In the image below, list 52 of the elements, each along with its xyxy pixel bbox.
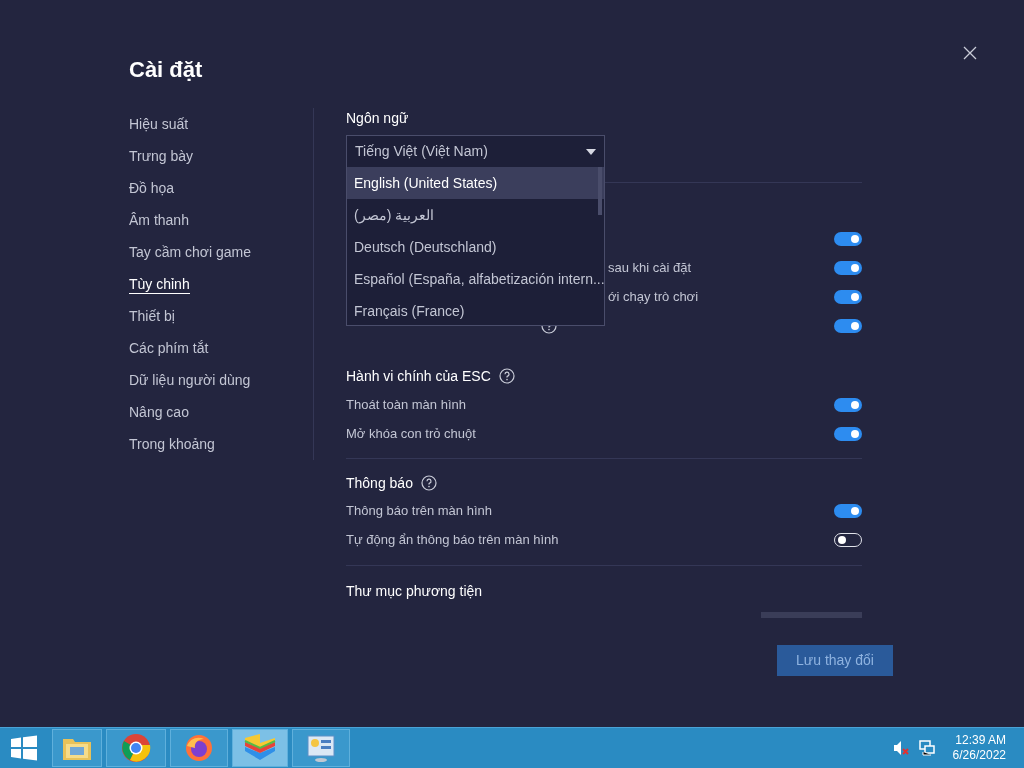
toggle-switch[interactable] [834, 426, 862, 441]
sidebar-item[interactable]: Nâng cao [129, 403, 189, 421]
browser-icon [121, 733, 151, 763]
toggle-switch[interactable] [834, 289, 862, 304]
section-title: Hành vi chính của ESC [346, 366, 491, 386]
sidebar-item[interactable]: Tùy chỉnh [129, 274, 190, 294]
taskbar-button[interactable] [106, 729, 166, 767]
sidebar-item[interactable]: Dữ liệu người dùng [129, 371, 251, 389]
toggle-switch[interactable] [834, 231, 862, 246]
control-panel-icon [306, 733, 336, 763]
help-icon[interactable] [420, 475, 437, 491]
taskbar-button[interactable] [170, 729, 228, 767]
sidebar-item[interactable]: Trong khoảng [129, 435, 215, 453]
sidebar-item[interactable]: Trưng bày [129, 147, 194, 165]
dropdown-option[interactable]: Español (España, alfabetización intern... [347, 263, 604, 295]
sidebar-item[interactable]: Tay cầm chơi game [129, 243, 251, 261]
section-title: Thư mục phương tiện [346, 582, 483, 601]
scrollbar[interactable] [598, 167, 602, 215]
toggle-switch[interactable] [834, 503, 862, 518]
setting-label: Thoát toàn màn hình [346, 395, 466, 414]
language-dropdown[interactable]: Tiếng Việt (Việt Nam) [346, 135, 605, 167]
setting-label: sau khi cài đặt [608, 258, 692, 277]
sidebar-item[interactable]: Hiệu suất [129, 115, 189, 133]
caret-icon [586, 148, 596, 155]
sidebar-item[interactable]: Âm thanh [129, 211, 189, 229]
sidebar-item[interactable]: Đồ họa [129, 179, 175, 197]
start-icon[interactable] [10, 735, 38, 761]
toggle-switch[interactable] [834, 397, 862, 412]
taskbar-button[interactable] [292, 729, 350, 767]
setting-label: ới chạy trò chơi [608, 287, 699, 306]
help-icon[interactable] [498, 368, 515, 384]
clock[interactable]: 12:39 AM 6/26/2022 [952, 733, 1006, 763]
dropdown-option[interactable]: Français (France) [347, 295, 604, 325]
settings-title: Cài đặt [129, 56, 204, 84]
setting-label: Tự động ẩn thông báo trên màn hình [346, 530, 559, 549]
setting-label: Mở khóa con trỏ chuột [346, 424, 476, 443]
dropdown-option[interactable]: English (United States) [347, 167, 604, 199]
setting-label: Thông báo trên màn hình [346, 501, 492, 520]
taskbar-button[interactable] [232, 729, 288, 767]
section-title: Thông báo [346, 473, 413, 493]
toggle-switch[interactable] [834, 318, 862, 333]
toggle-switch[interactable] [834, 260, 862, 275]
muted-speaker-icon[interactable] [892, 740, 909, 756]
network-icon[interactable] [918, 740, 935, 756]
sidebar-item[interactable]: Các phím tắt [129, 339, 209, 357]
section-title: Ngôn ngữ [346, 109, 409, 128]
layers-icon [243, 733, 277, 763]
dropdown-option[interactable]: العربية (مصر) [347, 199, 604, 231]
dropdown-option[interactable]: Deutsch (Deutschland) [347, 231, 604, 263]
browser-icon [184, 733, 214, 763]
sidebar-item[interactable]: Thiết bị [129, 307, 175, 325]
close-icon[interactable] [963, 46, 977, 60]
